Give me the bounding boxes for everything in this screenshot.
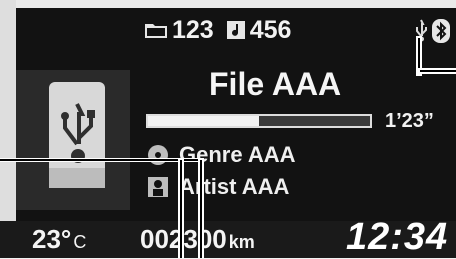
folder-count: 123 <box>172 15 214 44</box>
music-file-icon <box>226 21 245 39</box>
progress-fill <box>148 116 259 126</box>
temperature-unit: C <box>73 232 87 252</box>
callout-left <box>0 159 200 161</box>
folder-count-group: 123 <box>144 16 214 45</box>
disc-icon <box>148 145 168 165</box>
callout-top-right-vertical <box>418 38 420 72</box>
callout-vertical-1 <box>180 160 182 258</box>
top-status: 123 456 <box>144 16 303 44</box>
track-count: 456 <box>249 15 292 44</box>
bluetooth-icon <box>432 19 450 43</box>
elapsed-time: 1’23” <box>385 110 434 132</box>
frame-top <box>0 0 456 8</box>
usb-device-icon <box>49 82 105 188</box>
progress-bar <box>146 114 372 128</box>
artist-text: Artist AAA <box>179 174 290 199</box>
odometer-unit: km <box>228 232 255 252</box>
callout-top-right-horizontal <box>420 70 456 72</box>
clock: 12:34 <box>346 216 449 258</box>
genre-text: Genre AAA <box>179 142 296 167</box>
track-count-group: 456 <box>226 15 292 45</box>
artist-row: Artist AAA <box>147 174 289 200</box>
temperature: 23° C <box>32 224 86 255</box>
genre-row: Genre AAA <box>147 142 296 168</box>
callout-vertical-2 <box>200 160 202 258</box>
track-title: File AAA <box>209 66 342 102</box>
person-icon <box>148 177 168 197</box>
temperature-value: 23° <box>32 224 72 254</box>
folder-icon <box>145 24 167 38</box>
frame-left <box>0 0 16 258</box>
